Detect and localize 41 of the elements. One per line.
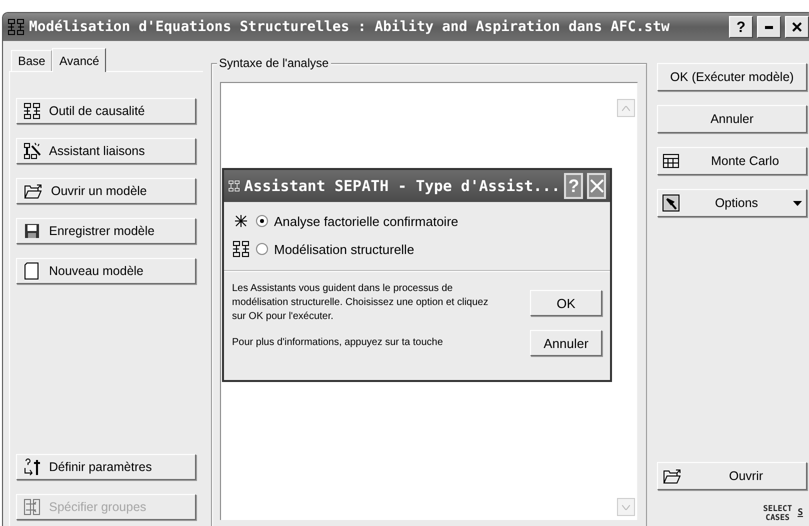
action-button[interactable]: OK (Exécuter modèle) [657, 63, 807, 91]
action-button[interactable]: Monte Carlo [657, 147, 807, 175]
tab[interactable]: Base [11, 50, 52, 71]
folder-icon [662, 467, 682, 485]
dialog-title: Assistant SEPATH - Type d'Assist... [244, 177, 560, 195]
action-button[interactable]: Options [657, 189, 807, 217]
action-button[interactable]: Annuler [657, 105, 807, 133]
help-note: Pour plus d'informations, appuyez sur ta touche [232, 336, 444, 350]
toolbar-button[interactable]: Définir paramètres [16, 454, 196, 480]
wand-icon [23, 142, 41, 160]
diagram-icon [232, 240, 250, 258]
option-label[interactable]: Analyse factorielle confirmatoire [274, 214, 458, 228]
radio-button[interactable] [256, 243, 268, 255]
radio-button[interactable] [256, 215, 268, 227]
groups-icon [23, 498, 41, 516]
action-button[interactable]: Ouvrir [657, 462, 807, 490]
close-icon [590, 179, 604, 193]
folder-icon [23, 182, 43, 200]
close-icon [792, 22, 802, 32]
group-label: Syntaxe de l'analyse [217, 56, 331, 70]
toolbar-button[interactable]: Outil de causalité [16, 98, 196, 124]
caret-icon [793, 200, 802, 206]
dialog-button[interactable]: Annuler [530, 330, 602, 356]
minimize-icon [765, 26, 773, 28]
toolbar-button[interactable]: Assistant liaisons [16, 138, 196, 164]
option-label[interactable]: Modélisation structurelle [274, 242, 414, 256]
help-text: Les Assistants vous guident dans le processus de modélisation structurelle. Choisissez une option et cliquez sur OK pour l'exécuter. [232, 282, 490, 324]
tab[interactable]: Avancé [52, 48, 106, 72]
dialog-button[interactable]: OK [530, 290, 602, 316]
table-icon [662, 152, 680, 170]
toolbar-button[interactable]: Enregistrer modèle [16, 218, 196, 244]
burst-icon [232, 212, 250, 230]
parameters-icon [23, 458, 41, 476]
toolbar-button[interactable]: Ouvrir un modèle [16, 178, 196, 204]
diagram-icon [7, 18, 25, 36]
window-title: Modélisation d'Equations Structurelles : Ability and Aspiration dans AFC.stw [29, 19, 671, 35]
diagram-icon [23, 102, 41, 120]
blank-page-icon [23, 262, 41, 280]
minimize-button[interactable] [757, 16, 781, 38]
help-button[interactable]: ? [729, 16, 753, 38]
toolbar-button[interactable]: Nouveau modèle [16, 258, 196, 284]
